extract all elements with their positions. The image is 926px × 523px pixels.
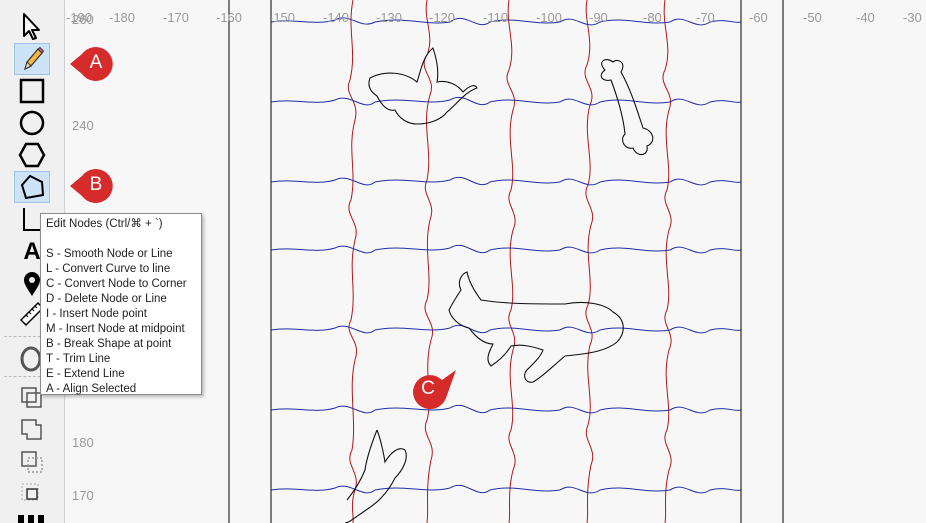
tooltip-shortcut: S - Smooth Node or Line — [46, 248, 173, 260]
ruler-h-label: -80 — [643, 10, 662, 25]
subtract-squares-icon — [21, 451, 43, 473]
tooltip-shortcut: E - Extend Line — [46, 368, 125, 380]
ruler-h-label: -180 — [109, 10, 136, 25]
tooltip-shortcut: L - Convert Curve to line — [46, 263, 171, 275]
pencil-icon — [24, 46, 45, 71]
rectangle-tool[interactable] — [14, 75, 50, 107]
horizontal-cut-lines — [270, 17, 742, 494]
vertical-cut-lines — [347, 0, 672, 523]
ruler-v-label: 240 — [72, 118, 94, 133]
ruler-h-label: -110 — [483, 10, 509, 25]
ruler-h-label: -170 — [163, 10, 190, 25]
callout-a: A — [68, 46, 114, 81]
tooltip-title: Edit Nodes (Ctrl/⌘ + `) — [46, 218, 163, 230]
intersect-squares-icon — [21, 483, 39, 501]
ruler-v-label: 170 — [72, 488, 94, 503]
callout-a-label: A — [89, 52, 103, 73]
ruler-h-label: -130 — [376, 10, 403, 25]
ruler-h-label: -90 — [589, 10, 608, 25]
polygon-tool[interactable] — [14, 139, 50, 171]
ruler-h-label: -30 — [903, 10, 922, 25]
more-tools-handle[interactable] — [18, 515, 48, 523]
bird-shape — [368, 47, 478, 125]
pencil-tool[interactable] — [14, 43, 50, 75]
callout-c: C — [408, 368, 462, 410]
arrow-pointer-icon — [23, 13, 40, 40]
callout-c-label: C — [421, 378, 435, 399]
dog-shape — [448, 271, 624, 383]
hand-shape — [344, 429, 407, 523]
ruler-h-label: -70 — [696, 10, 715, 25]
square-icon — [19, 78, 45, 104]
ruler-h-label: -150 — [269, 10, 296, 25]
ruler-h-label: -160 — [216, 10, 243, 25]
ruler-h-label: -120 — [429, 10, 456, 25]
ruler-h-label: -60 — [749, 10, 768, 25]
tooltip-shortcut: D - Delete Node or Line — [46, 293, 167, 305]
shape-outlines — [344, 47, 654, 523]
edit-nodes-tool[interactable] — [14, 171, 50, 203]
text-a-icon: A — [23, 238, 41, 265]
subtract-tool[interactable] — [14, 446, 50, 478]
ruler-h-label: -140 — [323, 10, 350, 25]
edit-nodes-tooltip: Edit Nodes (Ctrl/⌘ + `) S - Smooth Node … — [40, 213, 202, 395]
circle-tool[interactable] — [14, 107, 50, 139]
tooltip-shortcut: I - Insert Node point — [46, 308, 147, 320]
bone-shape — [600, 59, 654, 156]
node-edit-icon — [20, 174, 45, 200]
select-tool[interactable] — [14, 10, 50, 42]
tooltip-shortcut: A - Align Selected — [46, 383, 137, 395]
circle-icon — [19, 110, 45, 136]
tooltip-shortcut: B - Break Shape at point — [46, 338, 172, 350]
ruler-h-label: -40 — [856, 10, 875, 25]
tooltip-shortcut: M - Insert Node at midpoint — [46, 323, 185, 335]
callout-b: B — [68, 168, 114, 203]
ruler-h-label: -100 — [536, 10, 563, 25]
ruler-h-label: -50 — [803, 10, 822, 25]
ruler-v-label: 260 — [72, 12, 94, 27]
combine-squares-icon — [21, 419, 42, 440]
combine-tool[interactable] — [14, 414, 50, 446]
tooltip-shortcut: T - Trim Line — [46, 353, 111, 365]
ruler-v-label: 180 — [72, 435, 94, 450]
hexagon-icon — [18, 142, 46, 168]
tooltip-shortcut: C - Convert Node to Corner — [46, 278, 187, 290]
tooltip-spacer — [46, 232, 196, 247]
callout-b-label: B — [89, 174, 103, 195]
intersect-tool[interactable] — [14, 478, 50, 510]
